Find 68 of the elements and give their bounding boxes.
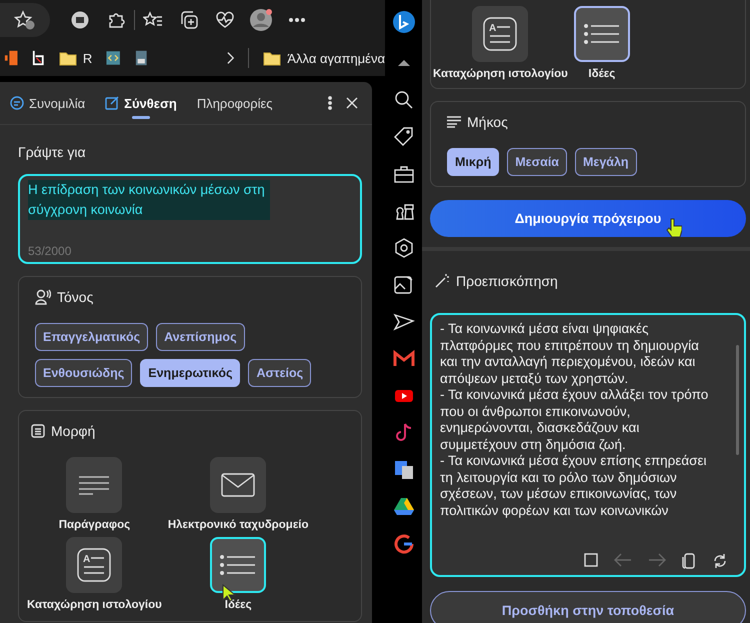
copy-icon[interactable] <box>682 553 696 569</box>
refresh-icon[interactable] <box>712 553 728 569</box>
tone-chip[interactable]: Επαγγελματικός <box>35 323 148 351</box>
preview-text: - Τα κοινωνικά μέσα είναι ψηφιακές πλατφόρμες που επιτρέπουν τη δημιουργία και την ανταλλαγή περιεχομένου, ιδεών και απόψεων μεταξύ των χρηστών. <box>440 321 700 387</box>
section-title: Τόνος <box>57 289 94 305</box>
icon-letter: A <box>83 554 91 565</box>
puzzle-icon[interactable] <box>107 11 125 29</box>
length-chip[interactable]: Μικρή <box>447 148 500 176</box>
tone-chip[interactable]: Ενθουσιώδης <box>35 359 132 387</box>
star-add-icon[interactable] <box>14 10 36 30</box>
hand-cursor-icon <box>666 217 682 239</box>
panel-tab[interactable]: Πληροφορίες <box>194 88 275 118</box>
chevron-right-icon[interactable] <box>227 51 234 65</box>
close-icon[interactable] <box>346 97 358 109</box>
section-title: Μορφή <box>51 423 96 439</box>
section-title: Μήκος <box>467 114 508 130</box>
more-icon[interactable] <box>288 17 306 23</box>
tone-chip[interactable]: Ενημερωτικός <box>140 359 240 387</box>
collections-add-icon[interactable] <box>179 10 199 30</box>
field-label: Γράψτε για <box>18 144 87 160</box>
chat-bubble-icon <box>10 96 24 110</box>
paragraph-lines-icon <box>77 475 112 495</box>
bookmark-glyph-icon[interactable] <box>32 49 45 67</box>
format-option[interactable]: Ιδέες <box>210 537 266 611</box>
bookmark-folder[interactable]: R <box>58 50 92 66</box>
topic-input-field[interactable]: Η επίδραση των κοινωνικών μέσων στη σύγχρονη κοινωνία 53/2000 <box>18 174 362 264</box>
length-chip[interactable]: Μεσαία <box>507 148 567 176</box>
bing-logo-icon[interactable] <box>392 10 416 34</box>
stop-square-icon[interactable] <box>584 553 598 567</box>
bulleted-list-icon <box>220 555 256 575</box>
format-option[interactable]: Ηλεκτρονικό ταχυδρομείο <box>168 457 309 531</box>
preview-text: - Τα κοινωνικά μέσα έχουν επίσης επηρεάσει τη λειτουργία και το ρόλο των δημόσιων σχέσεων, των μέσων επικοινωνίας, των πολιτικών φορέων και των κοινωνικών <box>440 453 708 519</box>
more-vertical-icon[interactable] <box>328 96 332 110</box>
folder-icon <box>263 50 282 66</box>
tone-chip[interactable]: Αστείος <box>248 359 312 387</box>
profile-avatar-icon[interactable] <box>249 8 273 32</box>
bulleted-list-icon <box>584 24 620 44</box>
text-lines-icon <box>447 116 461 128</box>
server-icon[interactable] <box>134 49 148 67</box>
heart-pulse-icon[interactable] <box>215 11 235 29</box>
add-to-site-button[interactable]: Προσθήκη στην τοποθεσία <box>430 591 746 623</box>
panel-tab[interactable]: Συνομιλία <box>8 88 88 118</box>
voice-tone-icon <box>35 289 51 305</box>
edit-square-icon <box>105 96 120 110</box>
favorites-icon[interactable] <box>143 11 163 29</box>
folder-icon <box>58 50 77 66</box>
envelope-icon <box>221 473 256 497</box>
icon-letter: A <box>489 23 497 34</box>
magic-wand-icon <box>434 273 450 289</box>
format-option[interactable]: Παράγραφος <box>58 457 130 531</box>
form-icon <box>31 424 45 438</box>
google-g-icon[interactable] <box>392 532 416 556</box>
field-value: Η επίδραση των κοινωνικών μέσων στη σύγχρονη κοινωνία <box>28 180 270 220</box>
bookmark-folder[interactable]: Άλλα αγαπημένα <box>263 50 385 66</box>
generate-draft-button[interactable]: Δημιουργία πρόχειρου <box>430 200 746 237</box>
section-title: Προεπισκόπηση <box>456 273 558 289</box>
bookmark-bars-icon[interactable] <box>4 49 18 67</box>
format-option[interactable]: Ιδέες <box>574 6 630 80</box>
character-counter: 53/2000 <box>28 244 72 258</box>
format-option[interactable]: A Καταχώρηση ιστολογίου <box>27 537 162 611</box>
preview-text: - Τα κοινωνικά μέσα έχουν αλλάξει τον τρόπο που οι άνθρωποι επικοινωνούν, ενημερώνονται, διασκεδάζουν και συμμετέχουν στη δημόσια ζωή. <box>440 387 710 453</box>
format-option[interactable]: A Καταχώρηση ιστολογίου <box>433 6 568 80</box>
code-page-icon[interactable] <box>106 50 121 66</box>
address-bar[interactable] <box>0 3 50 37</box>
length-chip[interactable]: Μεγάλη <box>574 148 637 176</box>
tag-icon[interactable] <box>392 124 416 148</box>
panel-tab[interactable]: Σύνθεση <box>103 88 179 118</box>
tone-chip[interactable]: Ανεπίσημος <box>156 323 245 351</box>
